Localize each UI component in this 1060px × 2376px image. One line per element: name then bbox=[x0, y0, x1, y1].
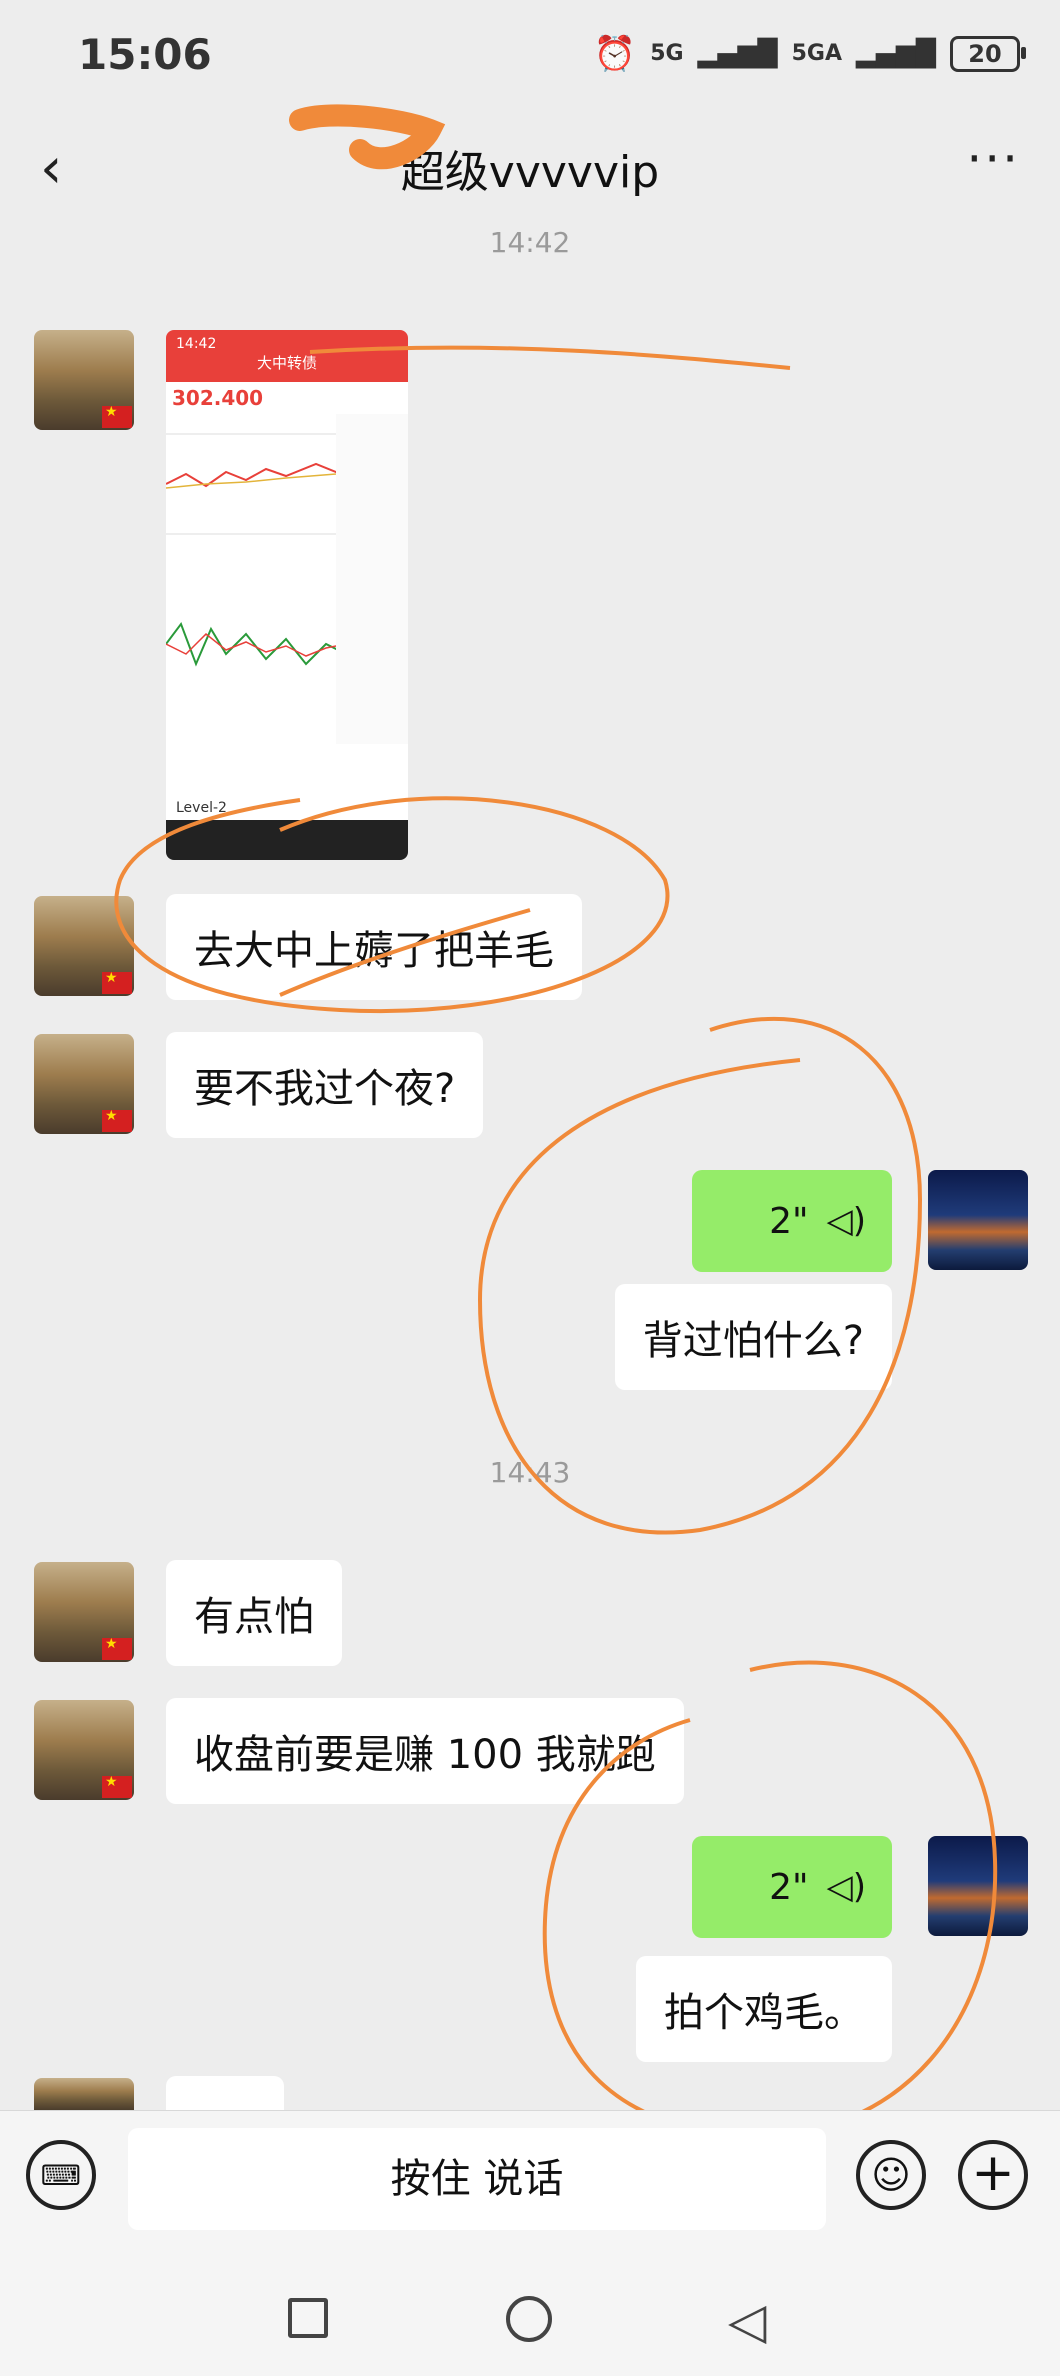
back-nav-icon[interactable]: ◁ bbox=[728, 2292, 766, 2350]
annotation-overlay bbox=[114, 104, 998, 2138]
hold-to-talk-button[interactable]: 按住 说话 bbox=[128, 2128, 826, 2230]
recent-apps-icon[interactable] bbox=[288, 2298, 328, 2338]
emoji-icon[interactable]: ☺ bbox=[856, 2140, 926, 2210]
home-icon[interactable] bbox=[506, 2296, 552, 2342]
plus-icon[interactable]: + bbox=[958, 2140, 1028, 2210]
keyboard-icon[interactable]: ⌨ bbox=[26, 2140, 96, 2210]
